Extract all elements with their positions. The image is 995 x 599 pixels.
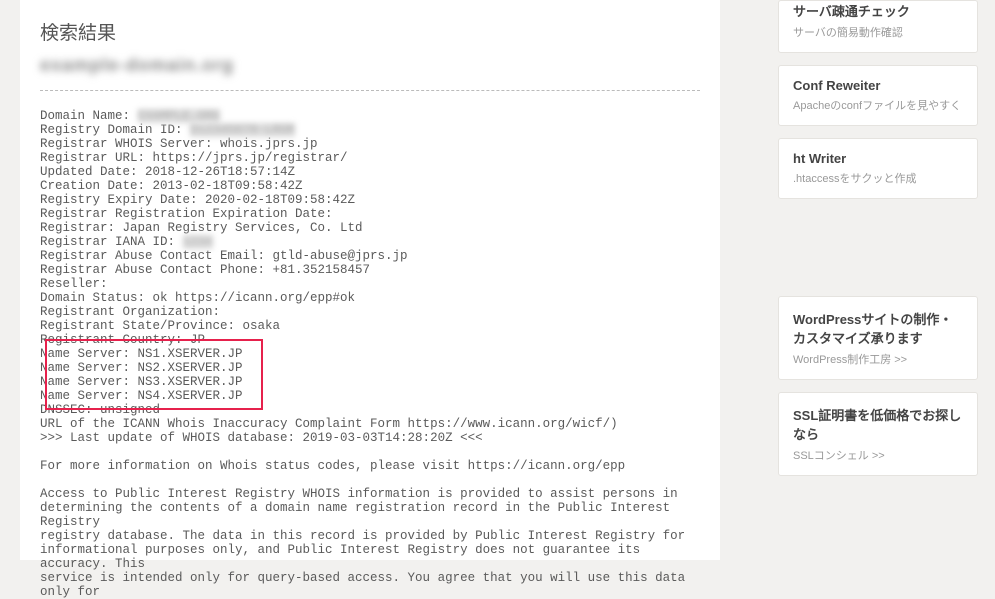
card-title: サーバ疎通チェック bbox=[793, 1, 963, 20]
whois-line: For more information on Whois status cod… bbox=[40, 459, 625, 473]
blurred-value: EXAMPLE.ORG bbox=[138, 109, 221, 123]
whois-line: URL of the ICANN Whois Inaccuracy Compla… bbox=[40, 417, 618, 431]
sidebar-card-ht-writer[interactable]: ht Writer .htaccessをサクッと作成 bbox=[778, 138, 978, 199]
whois-line: DNSSEC: unsigned bbox=[40, 403, 160, 417]
whois-line: Registrar: Japan Registry Services, Co. … bbox=[40, 221, 363, 235]
divider bbox=[40, 90, 700, 91]
blurred-value: D12345678-LROR bbox=[190, 123, 295, 137]
whois-line: Access to Public Interest Registry WHOIS… bbox=[40, 487, 678, 501]
spacer bbox=[778, 211, 978, 296]
whois-line: service is intended only for query-based… bbox=[40, 571, 693, 599]
card-desc: Apacheのconfファイルを見やすく bbox=[793, 97, 963, 113]
whois-line: Registrar WHOIS Server: whois.jprs.jp bbox=[40, 137, 318, 151]
whois-line: determining the contents of a domain nam… bbox=[40, 501, 678, 529]
whois-line: Creation Date: 2013-02-18T09:58:42Z bbox=[40, 179, 303, 193]
whois-line: Reseller: bbox=[40, 277, 108, 291]
whois-line: Registrant Organization: bbox=[40, 305, 220, 319]
whois-line: Name Server: NS2.XSERVER.JP bbox=[40, 361, 243, 375]
whois-line: Registrar Abuse Contact Phone: +81.35215… bbox=[40, 263, 370, 277]
blurred-value: 1234 bbox=[183, 235, 213, 249]
whois-output: Domain Name: EXAMPLE.ORG Registry Domain… bbox=[40, 109, 700, 599]
whois-line: Updated Date: 2018-12-26T18:57:14Z bbox=[40, 165, 295, 179]
whois-line: Name Server: NS1.XSERVER.JP bbox=[40, 347, 243, 361]
card-title: SSL証明書を低価格でお探しなら bbox=[793, 405, 963, 443]
whois-line: Registrar IANA ID: bbox=[40, 235, 183, 249]
page-title: 検索結果 bbox=[40, 18, 700, 45]
sidebar-card-server-check[interactable]: サーバ疎通チェック サーバの簡易動作確認 bbox=[778, 0, 978, 53]
card-desc: SSLコンシェル >> bbox=[793, 447, 963, 463]
whois-line: Registrant Country: JP bbox=[40, 333, 205, 347]
sidebar-card-wordpress[interactable]: WordPressサイトの制作・カスタマイズ承ります WordPress制作工房… bbox=[778, 296, 978, 380]
whois-line: registry database. The data in this reco… bbox=[40, 529, 685, 543]
whois-line: informational purposes only, and Public … bbox=[40, 543, 648, 571]
card-desc: .htaccessをサクッと作成 bbox=[793, 170, 963, 186]
whois-line: Registry Domain ID: bbox=[40, 123, 190, 137]
sidebar-card-conf-rewriter[interactable]: Conf Reweiter Apacheのconfファイルを見やすく bbox=[778, 65, 978, 126]
card-desc: サーバの簡易動作確認 bbox=[793, 24, 963, 40]
whois-line: Registry Expiry Date: 2020-02-18T09:58:4… bbox=[40, 193, 355, 207]
whois-line: Registrar URL: https://jprs.jp/registrar… bbox=[40, 151, 348, 165]
card-title: Conf Reweiter bbox=[793, 78, 963, 93]
whois-line: Name Server: NS3.XSERVER.JP bbox=[40, 375, 243, 389]
searched-domain-blurred: example-domain.org bbox=[40, 55, 700, 76]
card-title: WordPressサイトの制作・カスタマイズ承ります bbox=[793, 309, 963, 347]
main-content: 検索結果 example-domain.org Domain Name: EXA… bbox=[20, 0, 720, 560]
whois-line: Registrant State/Province: osaka bbox=[40, 319, 280, 333]
whois-line: Registrar Registration Expiration Date: bbox=[40, 207, 333, 221]
whois-line: Registrar Abuse Contact Email: gtld-abus… bbox=[40, 249, 408, 263]
card-desc: WordPress制作工房 >> bbox=[793, 351, 963, 367]
card-title: ht Writer bbox=[793, 151, 963, 166]
whois-line: >>> Last update of WHOIS database: 2019-… bbox=[40, 431, 483, 445]
whois-line: Name Server: NS4.XSERVER.JP bbox=[40, 389, 243, 403]
whois-line: Domain Status: ok https://icann.org/epp#… bbox=[40, 291, 355, 305]
sidebar: サーバ疎通チェック サーバの簡易動作確認 Conf Reweiter Apach… bbox=[778, 0, 978, 488]
sidebar-card-ssl[interactable]: SSL証明書を低価格でお探しなら SSLコンシェル >> bbox=[778, 392, 978, 476]
whois-line: Domain Name: bbox=[40, 109, 138, 123]
